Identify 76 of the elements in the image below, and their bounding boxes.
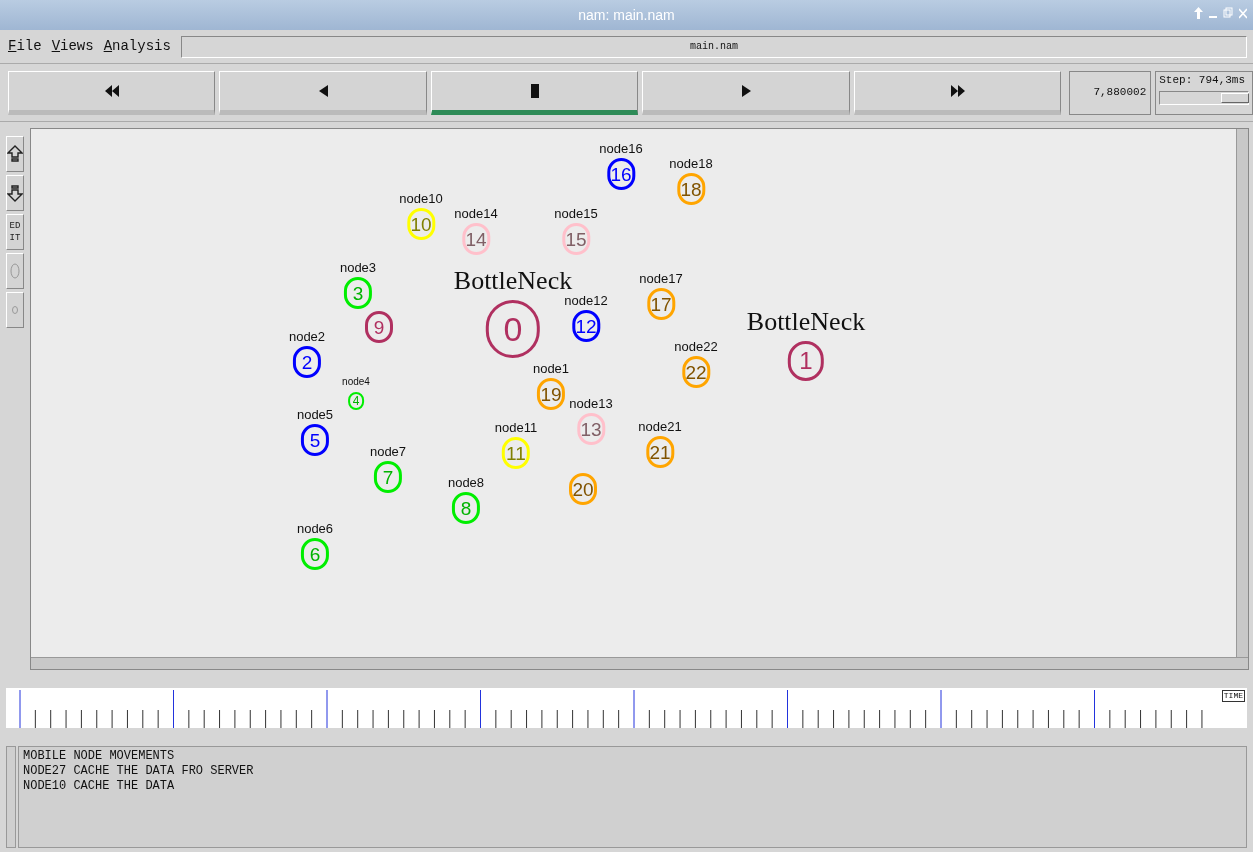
circle-icon <box>12 306 18 314</box>
network-node[interactable]: 17 <box>647 288 675 320</box>
playback-button[interactable] <box>642 70 850 115</box>
node-label: node3 <box>339 261 377 275</box>
network-node[interactable]: 0 <box>486 300 540 358</box>
zoom-in-button[interactable] <box>6 136 24 172</box>
down-arrow-icon <box>7 184 23 202</box>
node-label: node1 <box>532 362 570 376</box>
playback-button[interactable] <box>430 70 639 115</box>
network-node[interactable]: 13 <box>577 413 605 445</box>
network-node[interactable]: 5 <box>301 424 329 456</box>
network-node[interactable]: 22 <box>682 356 710 388</box>
node-label: node22 <box>674 340 718 354</box>
vertical-scrollbar[interactable] <box>1236 129 1248 657</box>
playback-button[interactable] <box>853 70 1062 115</box>
circle-icon <box>10 263 20 279</box>
node-label: node21 <box>638 420 682 434</box>
node-label: node11 <box>494 421 538 435</box>
timeline-ruler[interactable]: TIME <box>6 688 1247 728</box>
node-label: node6 <box>296 522 334 536</box>
maximize-icon[interactable] <box>1223 7 1233 19</box>
network-node[interactable]: 19 <box>537 378 565 410</box>
time-display: 7,880002 <box>1069 70 1152 115</box>
network-node[interactable]: 12 <box>572 310 600 342</box>
node-label: node4 <box>342 376 370 388</box>
node-label: node5 <box>296 408 334 422</box>
window-title: nam: main.nam <box>578 5 675 25</box>
network-node[interactable]: 15 <box>562 223 590 255</box>
step-label: Step: 794,3ms <box>1159 73 1247 87</box>
step-slider-thumb[interactable] <box>1220 92 1249 103</box>
close-icon[interactable] <box>1239 7 1247 19</box>
network-node[interactable]: 21 <box>646 436 674 468</box>
network-node[interactable]: 16 <box>607 158 635 190</box>
network-node[interactable]: 11 <box>502 437 530 469</box>
file-name-field: main.nam <box>180 35 1247 58</box>
node-label: node18 <box>669 157 713 171</box>
node-label: node13 <box>569 397 613 411</box>
node-label: node17 <box>639 272 683 286</box>
horizontal-scrollbar[interactable] <box>31 657 1248 669</box>
rewind-icon <box>104 84 119 97</box>
play-icon <box>741 84 751 97</box>
network-node[interactable]: 20 <box>569 473 597 505</box>
playback-button[interactable] <box>8 70 216 115</box>
node-label: node2 <box>288 330 326 344</box>
time-label: TIME <box>1221 690 1245 702</box>
node-label: node10 <box>399 192 443 206</box>
node-label: BottleNeck <box>453 266 573 296</box>
circle-tool-button[interactable] <box>6 253 24 289</box>
node-label: node8 <box>447 476 485 490</box>
node-label: node16 <box>599 142 643 156</box>
network-node[interactable]: 14 <box>462 223 490 255</box>
edit-button[interactable]: EDIT <box>6 214 24 250</box>
network-node[interactable]: 2 <box>293 346 321 378</box>
network-node[interactable]: 9 <box>365 311 393 343</box>
node-label: BottleNeck <box>746 307 866 337</box>
annotation-line[interactable]: MOBILE NODE MOVEMENTS <box>23 749 1242 764</box>
zoom-out-button[interactable] <box>6 175 24 211</box>
playback-button[interactable] <box>219 70 427 115</box>
annotation-line[interactable]: NODE10 CACHE THE DATA <box>23 779 1242 794</box>
node-label: node14 <box>454 207 498 221</box>
network-node[interactable]: 10 <box>407 208 435 240</box>
menu-item[interactable]: File <box>8 36 42 57</box>
small-circle-tool-button[interactable] <box>6 292 24 328</box>
network-node[interactable]: 1 <box>788 341 824 381</box>
stop-icon <box>530 83 539 98</box>
fast-forward-icon <box>950 84 965 97</box>
up-arrow-icon <box>7 145 23 163</box>
node-label: node7 <box>369 445 407 459</box>
network-node[interactable]: 18 <box>677 173 705 205</box>
back-icon <box>318 84 328 97</box>
node-label: node15 <box>554 207 598 221</box>
annotation-line[interactable]: NODE27 CACHE THE DATA FRO SERVER <box>23 764 1242 779</box>
menu-item[interactable]: Views <box>51 36 94 57</box>
menu-item[interactable]: Analysis <box>103 36 171 57</box>
annotation-scrollbar[interactable] <box>6 746 16 848</box>
node-label: node12 <box>564 294 608 308</box>
